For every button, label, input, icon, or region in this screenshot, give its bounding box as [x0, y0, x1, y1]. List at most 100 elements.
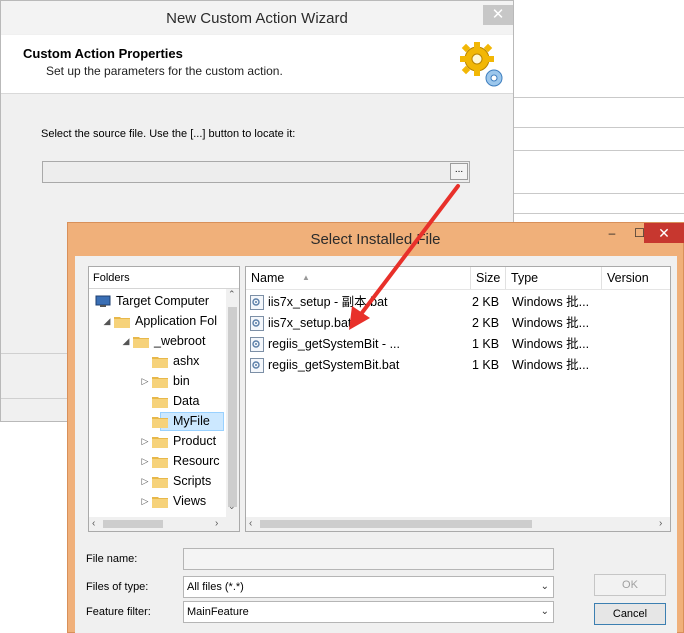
source-file-label: Select the source file. Use the [...] bu…	[41, 128, 296, 140]
tree-item-label: Scripts	[173, 474, 212, 488]
batch-file-icon	[250, 316, 264, 331]
file-size-cell: 2 KB	[472, 316, 500, 330]
collapsed-arrow-icon[interactable]: ▷	[140, 471, 150, 491]
gear-icon	[460, 42, 503, 87]
folder-icon	[152, 377, 168, 388]
background-divider	[514, 127, 684, 128]
sort-ascending-icon: ▲	[302, 273, 310, 282]
files-of-type-select[interactable]: All files (*.*) ⌄	[183, 576, 554, 598]
tree-item-data[interactable]: Data	[89, 391, 226, 411]
files-horizontal-scrollbar[interactable]: ‹ ›	[246, 517, 670, 531]
files-of-type-value: All files (*.*)	[187, 581, 244, 593]
dialog-close-button[interactable]: ✕	[644, 223, 684, 243]
ok-button[interactable]: OK	[594, 574, 666, 596]
folders-pane[interactable]: Folders Target Computer ◢ Application Fol ◢…	[88, 266, 240, 532]
minimize-button[interactable]: –	[598, 223, 626, 243]
folders-horizontal-scrollbar[interactable]: ‹ ›	[89, 517, 239, 531]
background-divider	[514, 193, 684, 194]
scroll-left-arrow-icon[interactable]: ‹	[92, 517, 95, 531]
file-row[interactable]: iis7x_setup - 副本.bat 2 KB Windows 批...	[246, 292, 670, 313]
column-type-label: Type	[511, 271, 539, 285]
file-name-input[interactable]	[183, 548, 554, 570]
computer-icon	[95, 295, 111, 307]
tree-item-ashx[interactable]: ashx	[89, 351, 226, 371]
feature-filter-label: Feature filter:	[86, 606, 151, 618]
cancel-button[interactable]: Cancel	[594, 603, 666, 625]
tree-item-webroot[interactable]: ◢ _webroot	[89, 331, 226, 351]
browse-button[interactable]: ...	[450, 163, 468, 180]
background-divider	[514, 150, 684, 151]
feature-filter-select[interactable]: MainFeature ⌄	[183, 601, 554, 623]
source-file-input[interactable]	[42, 161, 470, 183]
file-type-cell: Windows 批...	[512, 358, 590, 372]
file-type-cell: Windows 批...	[512, 295, 590, 309]
file-name-cell: iis7x_setup.bat	[268, 316, 352, 330]
tree-item-label: ashx	[173, 354, 200, 368]
scroll-down-arrow-icon[interactable]: ⌄	[228, 501, 236, 512]
tree-item-resourc[interactable]: ▷ Resourc	[89, 451, 226, 471]
scroll-right-arrow-icon[interactable]: ›	[659, 517, 662, 531]
file-type-cell: Windows 批...	[512, 316, 590, 330]
tree-item-views[interactable]: ▷ Views	[89, 491, 226, 511]
wizard-header-title: Custom Action Properties	[23, 46, 183, 61]
expanded-arrow-icon[interactable]: ◢	[121, 331, 131, 351]
collapsed-arrow-icon[interactable]: ▷	[140, 431, 150, 451]
dialog-title: Select Installed File	[310, 231, 441, 248]
wizard-divider	[1, 398, 69, 399]
file-name-cell: regiis_getSystemBit.bat	[268, 358, 400, 372]
tree-item-label: Resourc	[173, 454, 220, 468]
column-size-label: Size	[476, 271, 501, 285]
folder-icon	[152, 477, 168, 488]
file-name-cell: iis7x_setup - 副本.bat	[268, 295, 388, 309]
column-version-label: Version	[607, 271, 649, 285]
file-row[interactable]: regiis_getSystemBit - ... 1 KB Windows 批..…	[246, 334, 670, 355]
scroll-up-arrow-icon[interactable]: ⌃	[228, 289, 236, 300]
tree-item-application-fol[interactable]: ◢ Application Fol	[89, 311, 226, 331]
scroll-right-arrow-icon[interactable]: ›	[215, 517, 218, 531]
feature-filter-value: MainFeature	[187, 606, 249, 618]
folder-icon	[152, 457, 168, 468]
background-divider	[514, 97, 684, 98]
file-name-label: File name:	[86, 553, 138, 565]
folder-icon	[152, 437, 168, 448]
file-size-cell: 2 KB	[472, 295, 500, 309]
file-size-cell: 1 KB	[472, 358, 500, 372]
collapsed-arrow-icon[interactable]: ▷	[140, 371, 150, 391]
dialog-body: Folders Target Computer ◢ Application Fol ◢…	[75, 256, 677, 633]
folder-icon	[114, 317, 130, 328]
tree-item-bin[interactable]: ▷ bin	[89, 371, 226, 391]
column-header-size[interactable]: Size	[471, 267, 506, 289]
tree-item-label: Application Fol	[135, 314, 217, 328]
tree-item-product[interactable]: ▷ Product	[89, 431, 226, 451]
scroll-thumb[interactable]	[260, 520, 532, 528]
tree-item-label: Target Computer	[116, 294, 210, 308]
batch-file-icon	[250, 358, 264, 373]
expanded-arrow-icon[interactable]: ◢	[102, 311, 112, 331]
wizard-header-subtitle: Set up the parameters for the custom act…	[46, 64, 283, 78]
file-row[interactable]: regiis_getSystemBit.bat 1 KB Windows 批...	[246, 355, 670, 376]
tree-item-target-computer[interactable]: Target Computer	[89, 291, 226, 311]
background-divider	[514, 213, 684, 214]
column-header-name[interactable]: Name ▲	[246, 267, 471, 289]
scroll-thumb[interactable]	[228, 307, 237, 507]
tree-item-label: Product	[173, 434, 217, 448]
files-of-type-label: Files of type:	[86, 581, 149, 593]
file-row[interactable]: iis7x_setup.bat 2 KB Windows 批...	[246, 313, 670, 334]
folders-vertical-scrollbar[interactable]: ⌃ ⌄	[226, 289, 239, 517]
collapsed-arrow-icon[interactable]: ▷	[140, 451, 150, 471]
file-size-cell: 1 KB	[472, 337, 500, 351]
tree-item-myfile[interactable]: MyFile	[89, 411, 226, 431]
files-pane[interactable]: Name ▲ Size Type Version iis7x_setup - 副…	[245, 266, 671, 532]
folder-icon	[152, 417, 168, 428]
wizard-close-button[interactable]: ✕	[483, 5, 513, 25]
column-header-type[interactable]: Type	[506, 267, 602, 289]
folder-icon	[133, 337, 149, 348]
scroll-left-arrow-icon[interactable]: ‹	[249, 517, 252, 531]
file-name-cell: regiis_getSystemBit - ...	[268, 337, 400, 351]
collapsed-arrow-icon[interactable]: ▷	[140, 491, 150, 511]
folder-icon	[152, 397, 168, 408]
batch-file-icon	[250, 295, 264, 310]
scroll-thumb[interactable]	[103, 520, 163, 528]
column-header-version[interactable]: Version	[602, 267, 670, 289]
tree-item-scripts[interactable]: ▷ Scripts	[89, 471, 226, 491]
